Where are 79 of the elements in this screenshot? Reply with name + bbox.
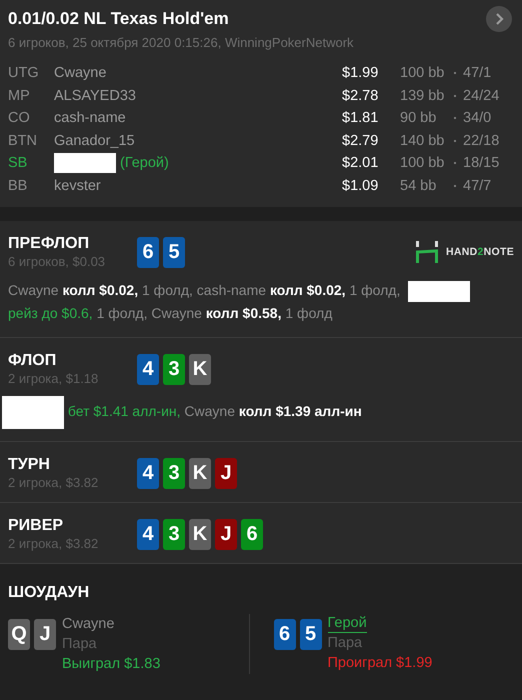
logo-text: HAND2NOTE [446, 246, 514, 258]
player-name: cash-name [54, 110, 126, 126]
stack-bb: 140 bb [400, 132, 446, 149]
action-text: рейз до $0.6, [8, 305, 93, 321]
redaction-block [2, 396, 64, 429]
stack-bb: 139 bb [400, 88, 446, 104]
playing-card: 5 [163, 236, 185, 268]
logo-icon [414, 241, 439, 263]
hand-result: Выиграл $1.83 [62, 655, 160, 674]
chevron-right-icon[interactable] [486, 6, 512, 32]
player-position: BB [8, 178, 28, 194]
player-stack: $2.01 [342, 155, 380, 172]
showdown-title: ШОУДАУН [8, 584, 90, 602]
player-name: Cwayne [54, 65, 106, 82]
player-stack: $1.81 [342, 110, 380, 126]
player-stats: 24/24 [463, 88, 500, 104]
action-text: колл $1.39 алл-ин [238, 403, 362, 420]
player-name: Cwayne [62, 615, 114, 634]
playing-card: 6 [137, 236, 159, 268]
street-title: РИВЕР [8, 517, 64, 535]
player-stack: $1.99 [342, 65, 380, 82]
playing-card: 3 [163, 458, 185, 488]
player-position: SB [8, 155, 28, 172]
player-stack: $2.78 [342, 88, 380, 104]
playing-card: J [215, 518, 237, 550]
player-stats: 18/15 [463, 155, 500, 172]
player-position: MP [8, 88, 31, 104]
redaction-block [408, 280, 470, 302]
action-text: Cwayne [183, 403, 236, 420]
player-stats: 34/0 [463, 110, 492, 126]
playing-card: K [189, 518, 211, 550]
playing-card: 4 [137, 518, 159, 550]
action-text: Cwayne [8, 282, 60, 298]
player-name: Ganador_15 [54, 132, 135, 149]
player-position: BTN [8, 132, 38, 149]
street-title: ТУРН [8, 456, 51, 474]
player-position: UTG [8, 65, 40, 82]
player-position: CO [8, 110, 31, 126]
playing-card: 4 [137, 354, 159, 384]
action-text: 1 фолд, cash-name [140, 282, 268, 298]
playing-card: 6 [274, 619, 296, 650]
stack-bb: 54 bb [400, 178, 438, 194]
playing-card: 5 [300, 619, 322, 650]
stack-bb: 90 bb [400, 110, 438, 126]
playing-card: Q [8, 619, 30, 650]
hand-combo: Пара [328, 634, 362, 653]
game-title: 0.01/0.02 NL Texas Hold'em [8, 9, 230, 29]
playing-card: J [215, 458, 237, 488]
stack-bb: 100 bb [400, 155, 446, 172]
player-stats: 47/7 [463, 178, 492, 194]
player-name: (Герой) [120, 155, 169, 172]
action-text: колл $0.02, [270, 282, 346, 298]
player-stack: $2.79 [342, 132, 380, 149]
player-stats: 47/1 [463, 65, 492, 82]
player-stats: 22/18 [463, 132, 500, 149]
hand-result: Проиграл $1.99 [328, 654, 432, 673]
action-text: 1 фолд, [348, 282, 402, 298]
playing-card: K [189, 458, 211, 488]
hero-link[interactable]: Герой [328, 614, 367, 633]
hand-combo: Пара [62, 635, 97, 654]
action-text: 1 фолд, Cwayne [96, 305, 203, 321]
redaction-block [54, 153, 116, 174]
playing-card: 3 [163, 518, 185, 550]
player-name: ALSAYED33 [54, 88, 136, 104]
action-text: колл $0.58, [206, 305, 282, 321]
playing-card: 3 [163, 354, 185, 384]
playing-card: 4 [137, 458, 159, 488]
street-title: ПРЕФЛОП [8, 235, 90, 253]
street-title: ФЛОП [8, 352, 58, 370]
player-name: kevster [54, 178, 101, 194]
playing-card: 6 [241, 518, 263, 550]
player-stack: $1.09 [342, 178, 380, 194]
action-text: 1 фолд [284, 305, 332, 321]
stack-bb: 100 bb [400, 65, 446, 82]
action-text: колл $0.02, [62, 282, 138, 298]
action-text: бет $1.41 алл-ин, [66, 403, 181, 420]
playing-card: K [189, 354, 211, 384]
playing-card: J [34, 619, 56, 650]
hand-info: 6 игроков, 25 октября 2020 0:15:26, WinningPokerNetwork [8, 35, 354, 50]
